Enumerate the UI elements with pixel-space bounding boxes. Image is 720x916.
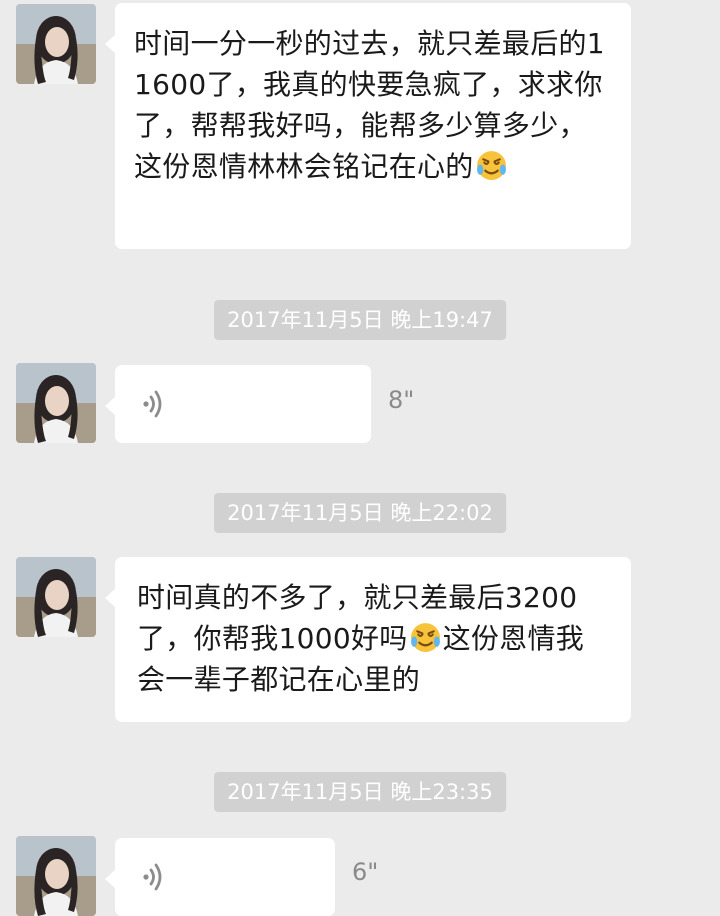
message-text: 时间真的不多了，就只差最后3200了，你帮我1000好吗 这份恩情我会一辈子都记在… bbox=[137, 581, 585, 696]
message-bubble[interactable]: 时间一分一秒的过去，就只差最后的11600了，我真的快要急疯了，求求你了，帮帮我… bbox=[105, 3, 631, 249]
avatar-photo-icon bbox=[16, 4, 96, 84]
avatar-photo-icon bbox=[16, 836, 96, 916]
avatar[interactable] bbox=[16, 363, 96, 443]
timestamp: 2017年11月5日 晚上22:02 bbox=[214, 493, 506, 533]
timestamp: 2017年11月5日 晚上23:35 bbox=[214, 772, 506, 812]
chat-view: 时间一分一秒的过去，就只差最后的11600了，我真的快要急疯了，求求你了，帮帮我… bbox=[0, 0, 720, 916]
voice-wave-icon bbox=[143, 390, 162, 418]
crying-laughing-emoji-icon bbox=[409, 620, 442, 653]
voice-duration: 6" bbox=[352, 858, 379, 886]
message-text: 时间一分一秒的过去，就只差最后的11600了，我真的快要急疯了，求求你了，帮帮我… bbox=[134, 27, 605, 183]
avatar[interactable] bbox=[16, 557, 96, 637]
timestamp: 2017年11月5日 晚上19:47 bbox=[214, 300, 506, 340]
avatar-photo-icon bbox=[16, 363, 96, 443]
avatar[interactable] bbox=[16, 4, 96, 84]
voice-wave-icon bbox=[143, 863, 162, 891]
avatar[interactable] bbox=[16, 836, 96, 916]
voice-duration: 8" bbox=[388, 386, 415, 414]
avatar-photo-icon bbox=[16, 557, 96, 637]
voice-message-bubble[interactable] bbox=[105, 365, 371, 443]
crying-laughing-emoji-icon bbox=[475, 148, 508, 181]
message-bubble[interactable]: 时间真的不多了，就只差最后3200了，你帮我1000好吗 这份恩情我会一辈子都记在… bbox=[105, 557, 631, 722]
voice-message-bubble[interactable] bbox=[105, 838, 335, 916]
